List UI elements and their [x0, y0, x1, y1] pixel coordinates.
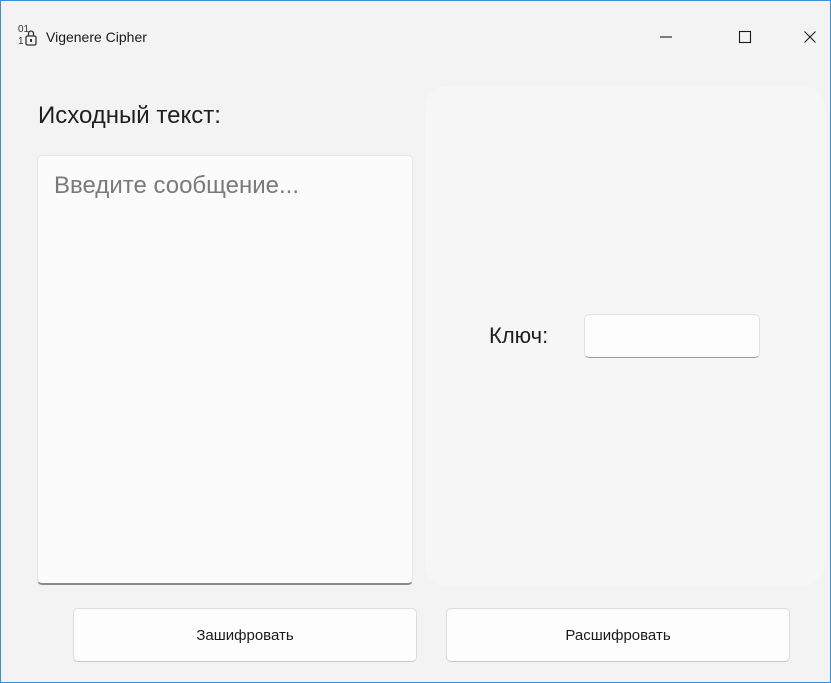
- title-bar[interactable]: 01 1 Vigenere Cipher: [1, 1, 830, 73]
- app-window: 01 1 Vigenere Cipher Исходный текст: Вве…: [0, 0, 831, 683]
- maximize-button[interactable]: [722, 15, 768, 59]
- svg-text:01: 01: [18, 24, 30, 35]
- key-input[interactable]: [584, 314, 760, 358]
- close-button[interactable]: [787, 15, 830, 59]
- maximize-icon: [738, 30, 752, 44]
- close-icon: [803, 30, 817, 44]
- source-text-label: Исходный текст:: [38, 102, 221, 129]
- message-input[interactable]: [37, 155, 413, 585]
- svg-text:1: 1: [18, 36, 24, 47]
- binary-lock-icon: 01 1: [18, 23, 42, 47]
- encrypt-button[interactable]: Зашифровать: [73, 608, 417, 662]
- decrypt-button[interactable]: Расшифровать: [446, 608, 790, 662]
- minimize-button[interactable]: [643, 15, 689, 59]
- window-title: Vigenere Cipher: [46, 29, 147, 45]
- minimize-icon: [659, 30, 673, 44]
- key-label: Ключ:: [489, 323, 549, 348]
